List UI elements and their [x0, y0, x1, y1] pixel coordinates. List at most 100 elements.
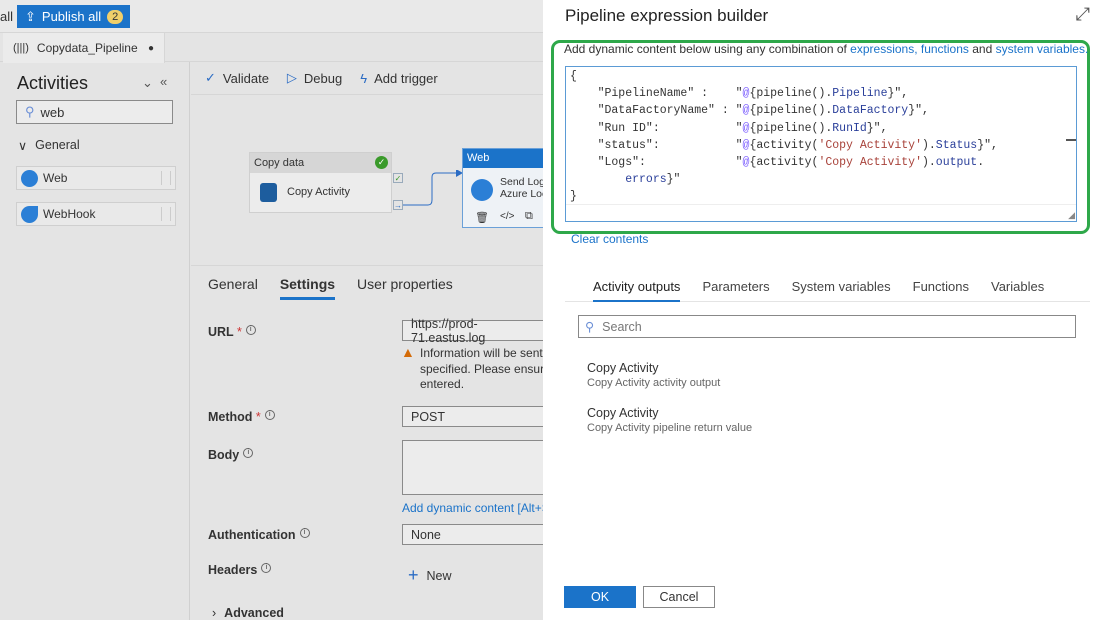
code-token: Pipeline — [832, 87, 888, 101]
publish-label: Publish all — [41, 9, 102, 24]
output-item-subtitle[interactable]: Copy Activity activity output — [587, 377, 720, 389]
tab-parameters[interactable]: Parameters — [702, 272, 769, 301]
tab-functions[interactable]: Functions — [913, 272, 969, 301]
builder-description: Add dynamic content below using any comb… — [564, 42, 1088, 56]
code-token: { — [570, 70, 577, 83]
code-line: "PipelineName" : "@{pipeline().Pipeline}… — [570, 85, 998, 102]
publish-all-button[interactable]: ⇪ Publish all 2 — [17, 5, 130, 28]
copy-icon[interactable]: ⧉ — [525, 210, 533, 223]
new-label: New — [426, 568, 452, 583]
desc-text: Add dynamic content below using any comb… — [564, 42, 851, 56]
pipeline-tabs: (|||) Copydata_Pipeline ● — [0, 33, 543, 63]
authentication-label: Authentication i — [208, 528, 310, 542]
search-icon: ⚲ — [25, 104, 35, 119]
play-icon: ▷ — [286, 70, 297, 85]
validate-button[interactable]: ✓ Validate — [205, 70, 269, 86]
authentication-select[interactable]: None — [402, 524, 543, 545]
node-name: Copy Activity — [287, 186, 350, 198]
tab-general[interactable]: General — [208, 270, 258, 298]
code-token: {activity( — [749, 138, 819, 152]
editor-scrollbar[interactable] — [1066, 139, 1076, 141]
debug-button[interactable]: ▷ Debug — [287, 70, 342, 86]
search-value: web — [40, 104, 65, 120]
new-header-button[interactable]: + New — [408, 565, 452, 586]
add-dynamic-content-link[interactable]: Add dynamic content [Alt+Sh — [402, 501, 543, 515]
collapse-all-icon[interactable]: ⌄ — [142, 75, 153, 91]
output-item-title[interactable]: Copy Activity — [587, 406, 659, 420]
add-trigger-button[interactable]: ϟ Add trigger — [360, 71, 437, 86]
required-marker: * — [236, 325, 242, 339]
headers-label-text: Headers — [208, 563, 258, 577]
code-token: "DataFactoryName" : " — [570, 104, 743, 118]
advanced-expander[interactable]: › Advanced — [212, 606, 284, 620]
node-header: Copy data — [250, 153, 391, 173]
web-node[interactable]: Web Send Log Azure Loc 🗑 </> ⧉ — [462, 148, 543, 228]
activity-item-web[interactable]: Web — [16, 166, 176, 190]
system-variables-link[interactable]: system variables. — [996, 42, 1089, 56]
webhook-icon — [21, 205, 38, 223]
expressions-functions-link[interactable]: expressions, functions — [850, 42, 969, 56]
tab-variables[interactable]: Variables — [991, 272, 1044, 301]
tab-user-properties[interactable]: User properties — [357, 270, 453, 298]
info-icon: i — [245, 325, 256, 335]
output-item-subtitle[interactable]: Copy Activity pipeline return value — [587, 422, 752, 434]
output-item-title[interactable]: Copy Activity — [587, 361, 659, 375]
activities-search-input[interactable]: ⚲ web — [16, 100, 173, 124]
drag-handle[interactable] — [161, 171, 171, 185]
tab-activity-outputs[interactable]: Activity outputs — [593, 272, 681, 302]
code-token: }" — [666, 173, 681, 187]
code-token: } — [570, 190, 577, 204]
url-warning: Information will be sent specified. Pleas… — [420, 346, 543, 393]
pipeline-icon: (|||) — [13, 42, 29, 54]
clear-contents-link[interactable]: Clear contents — [571, 232, 648, 246]
tab-settings[interactable]: Settings — [279, 270, 336, 300]
editor-footer — [566, 204, 1076, 205]
expand-icon[interactable]: ⤢ — [1076, 4, 1090, 25]
method-select[interactable]: POST — [402, 406, 543, 427]
code-token: "Run ID": " — [570, 121, 743, 135]
panel-title: Pipeline expression builder — [565, 6, 769, 25]
builder-tabs: Activity outputs Parameters System varia… — [565, 272, 1090, 302]
warning-line: specified. Please ensure — [420, 361, 543, 376]
success-check-icon: ✓ — [375, 156, 388, 169]
copy-data-node[interactable]: Copy data ✓ Copy Activity — [249, 152, 392, 213]
success-output-port[interactable]: ✓ — [393, 173, 403, 183]
node-name-line2: Azure Loc — [500, 188, 543, 200]
trigger-icon: ϟ — [360, 70, 368, 86]
body-textarea[interactable] — [402, 440, 543, 495]
search-icon: ⚲ — [585, 320, 595, 334]
cancel-button[interactable]: Cancel — [643, 586, 715, 608]
discard-all-partial[interactable]: all — [0, 9, 13, 24]
builder-search-input[interactable]: ⚲ Search — [578, 315, 1076, 338]
group-general[interactable]: ∨ General — [18, 138, 80, 153]
method-label: Method * i — [208, 410, 275, 424]
warning-icon: ▲ — [401, 344, 415, 360]
auth-label-text: Authentication — [208, 528, 296, 542]
ok-button[interactable]: OK — [564, 586, 636, 608]
activity-item-webhook[interactable]: WebHook — [16, 202, 176, 226]
code-line: { — [570, 68, 998, 85]
pipeline-editor-background: all ⇪ Publish all 2 (|||) Copydata_Pipel… — [0, 0, 543, 620]
code-icon[interactable]: </> — [500, 211, 514, 222]
delete-icon[interactable]: 🗑 — [475, 211, 489, 224]
pipeline-toolbar: ✓ Validate ▷ Debug ϟ Add trigger — [191, 62, 543, 95]
plus-icon: + — [408, 565, 419, 585]
globe-icon — [21, 169, 38, 187]
body-label: Body i — [208, 448, 254, 462]
resize-handle-icon[interactable]: ◢ — [1068, 210, 1075, 221]
collapse-panel-icon[interactable]: « — [160, 74, 167, 89]
tab-system-variables[interactable]: System variables — [792, 272, 891, 301]
drag-handle[interactable] — [161, 207, 171, 221]
connector-arrow — [403, 170, 463, 206]
tab-copydata-pipeline[interactable]: (|||) Copydata_Pipeline ● — [3, 33, 165, 63]
url-input[interactable]: https://prod-71.eastus.log — [402, 317, 543, 345]
search-placeholder: Search — [602, 319, 642, 334]
completion-output-port[interactable]: → — [393, 200, 403, 210]
code-token: }", — [908, 104, 929, 118]
expression-code: { "PipelineName" : "@{pipeline().Pipelin… — [570, 68, 998, 206]
expression-editor[interactable]: { "PipelineName" : "@{pipeline().Pipelin… — [565, 66, 1077, 222]
desc-text: and — [968, 42, 996, 56]
add-trigger-label: Add trigger — [374, 70, 438, 86]
code-token: }", — [887, 87, 909, 101]
